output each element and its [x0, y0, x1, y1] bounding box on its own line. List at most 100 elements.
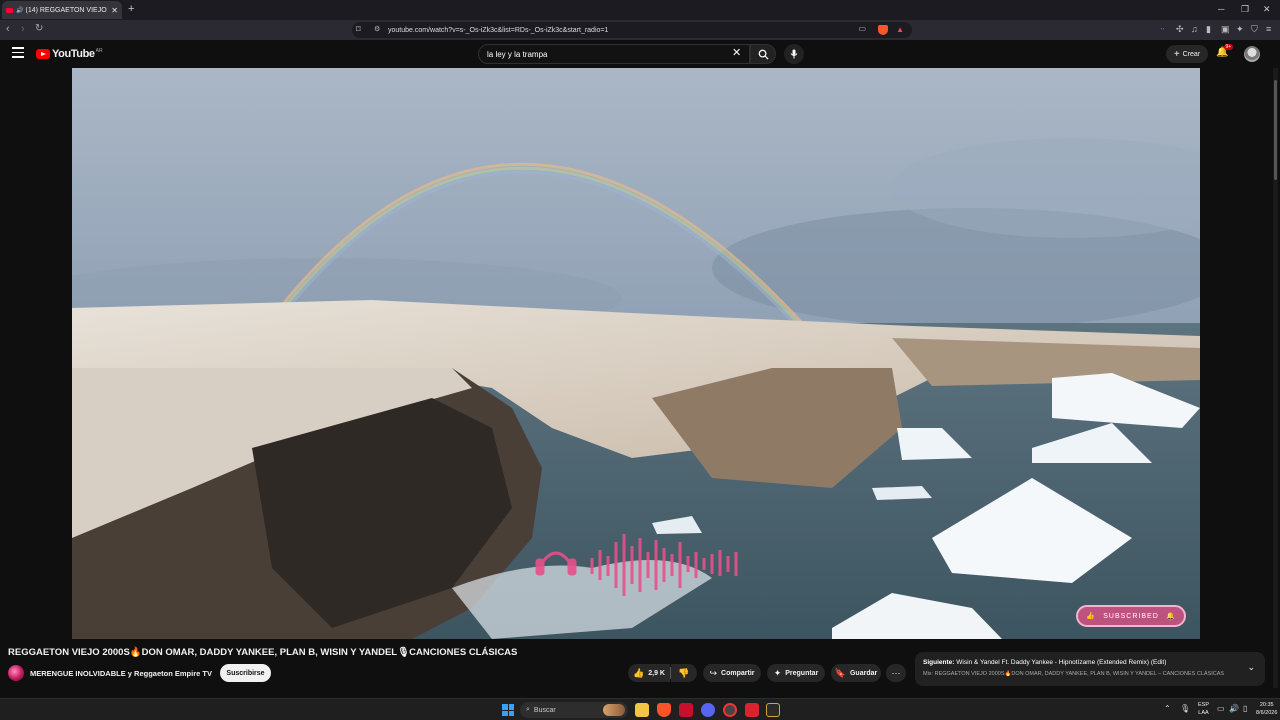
taskbar-search-placeholder: Buscar — [533, 706, 556, 714]
forward-icon[interactable]: › — [21, 23, 25, 35]
search-button[interactable] — [750, 44, 776, 64]
create-button[interactable]: + Crear — [1166, 45, 1208, 63]
menu-icon[interactable]: ≡ — [1266, 24, 1271, 34]
tab-title: (14) REGGAETON VIEJO 2000S — [25, 6, 108, 14]
up-next-label: Siguiente: — [923, 659, 955, 666]
channel-avatar[interactable] — [8, 665, 24, 681]
new-tab-button[interactable]: + — [128, 3, 134, 15]
clock-time: 20:35 — [1259, 702, 1274, 708]
clear-search-icon[interactable]: ✕ — [732, 46, 741, 59]
like-count: 2,9 K — [648, 669, 665, 677]
language-line-1: ESP — [1198, 702, 1210, 708]
youtube-favicon-icon — [6, 7, 13, 13]
reload-icon[interactable]: ↻ — [35, 23, 43, 34]
close-window-icon[interactable]: ✕ — [1263, 4, 1271, 15]
video-title: REGGAETON VIEJO 2000S🔥DON OMAR, DADDY YA… — [8, 647, 518, 658]
ask-label: Preguntar — [785, 669, 819, 677]
hamburger-menu-icon[interactable] — [12, 47, 24, 59]
youtube-header: YouTube AR la ley y la trampa ✕ + Crear … — [0, 40, 1280, 68]
dislike-button[interactable]: 👎 — [671, 664, 697, 682]
battery-icon[interactable]: ▯ — [1243, 704, 1247, 713]
app-icon-red[interactable] — [679, 703, 693, 717]
url-text: youtube.com/watch?v=s-_Os-iZk3c&list=RDs… — [388, 26, 609, 34]
more-actions-button[interactable]: ⋯ — [886, 664, 906, 682]
discord-icon[interactable] — [701, 703, 715, 717]
save-button[interactable]: 🔖 Guardar — [831, 664, 881, 682]
up-next-mix: Mix: REGGAETON VIEJO 2000S🔥DON OMAR, DAD… — [923, 671, 1225, 677]
bell-icon: 🔔 — [1166, 613, 1176, 620]
tray-chevron-up-icon[interactable]: ⌃ — [1164, 704, 1171, 713]
site-info-icon[interactable]: ⚙ — [374, 25, 380, 33]
create-label: Crear — [1182, 50, 1201, 58]
share-label: Compartir — [721, 669, 755, 677]
search-icon: ⌕ — [526, 706, 530, 713]
sparkle-icon: ✦ — [773, 667, 782, 678]
video-frame-image — [72, 68, 1200, 639]
bookmark-icon[interactable]: ⌑ — [356, 24, 361, 35]
share-icon: ↪ — [709, 667, 718, 678]
share-button[interactable]: ↪ Compartir — [703, 664, 761, 682]
chevron-down-icon[interactable]: ⌄ — [1247, 662, 1255, 673]
microphone-icon — [790, 49, 798, 59]
sidebar-icon[interactable]: ▮ — [1206, 24, 1211, 35]
maximize-icon[interactable]: ❐ — [1241, 4, 1249, 15]
language-indicator[interactable]: ESP LAA — [1198, 701, 1209, 717]
music-icon[interactable]: ♫ — [1191, 24, 1198, 34]
subscribe-button[interactable]: Suscribirse — [220, 664, 271, 682]
up-next-song: Wisin & Yandel Ft. Daddy Yankee - Hipnot… — [956, 659, 1167, 666]
youtube-play-icon — [36, 49, 50, 59]
channel-name[interactable]: MERENGUE INOLVIDABLE y Reggaeton Empire … — [30, 669, 212, 678]
subscribed-label: SUBSCRIBED — [1103, 612, 1159, 620]
puzzle-icon[interactable]: ✣ — [1176, 24, 1184, 35]
thumbs-down-icon: 👎 — [678, 667, 690, 678]
speaker-icon[interactable]: 🔊 — [16, 7, 23, 14]
browser-tab-strip: 🔊 (14) REGGAETON VIEJO 2000S ✕ + ─ ❐ ✕ — [0, 0, 1280, 20]
browser-tab[interactable]: 🔊 (14) REGGAETON VIEJO 2000S ✕ — [2, 1, 122, 19]
browser-toolbar: ‹ › ↻ ⌑ ⚙ youtube.com/watch?v=s-_Os-iZk3… — [0, 20, 1280, 40]
search-highlight-image — [603, 704, 625, 716]
search-icon — [758, 49, 769, 60]
up-next-line: Siguiente: Wisin & Yandel Ft. Daddy Yank… — [923, 659, 1166, 666]
cast-icon[interactable]: ▭ — [858, 24, 866, 33]
taskbar-search[interactable]: ⌕ Buscar — [520, 702, 628, 718]
close-tab-icon[interactable]: ✕ — [111, 6, 118, 15]
plus-icon: + — [1173, 48, 1180, 60]
windows-start-icon[interactable] — [502, 704, 514, 716]
subscribed-overlay-badge: 👍 SUBSCRIBED 🔔 — [1076, 605, 1186, 627]
logo-region: AR — [95, 48, 103, 54]
address-bar[interactable]: ⌑ ⚙ youtube.com/watch?v=s-_Os-iZk3c&list… — [352, 22, 912, 38]
tray-mic-icon[interactable]: 🎙 — [1180, 704, 1190, 713]
notification-badge: 9+ — [1224, 44, 1233, 50]
file-explorer-icon[interactable] — [635, 703, 649, 717]
scrollbar-thumb[interactable] — [1274, 80, 1277, 180]
notifications-button[interactable]: 🔔 9+ — [1216, 44, 1233, 58]
leo-icon[interactable]: ✦ — [1236, 24, 1244, 35]
taskbar-clock[interactable]: 20:35 8/6/2026 — [1256, 701, 1277, 717]
search-value: la ley y la trampa — [487, 49, 548, 59]
up-next-panel[interactable]: Siguiente: Wisin & Yandel Ft. Daddy Yank… — [915, 652, 1265, 686]
logo-text: YouTube — [52, 48, 95, 60]
app-icon-circle[interactable] — [723, 703, 737, 717]
voice-search-button[interactable] — [784, 44, 804, 64]
wallet-icon[interactable]: ▣ — [1221, 24, 1230, 35]
search-input[interactable]: la ley y la trampa — [478, 44, 750, 64]
ask-button[interactable]: ✦ Preguntar — [767, 664, 825, 682]
network-icon[interactable]: ▭ — [1217, 704, 1225, 713]
back-icon[interactable]: ‹ — [6, 23, 10, 35]
like-button[interactable]: 👍 2,9 K — [628, 664, 670, 682]
more-horizontal-icon: ⋯ — [891, 667, 901, 678]
minimize-icon[interactable]: ─ — [1218, 4, 1224, 14]
windows-taskbar: ⌕ Buscar ⌃ 🎙 ESP LAA ▭ 🔊 ▯ 20:35 8/6/202… — [0, 698, 1280, 720]
youtube-logo[interactable]: YouTube AR — [36, 48, 103, 60]
brave-browser-icon[interactable] — [657, 703, 671, 717]
app-icon-red-2[interactable] — [745, 703, 759, 717]
brave-shield-icon[interactable] — [878, 25, 888, 35]
vpn-icon[interactable]: ⛉ — [1251, 24, 1258, 35]
extension-icon[interactable]: ᐧᐧ — [1160, 24, 1165, 35]
account-avatar[interactable] — [1244, 46, 1260, 62]
video-player[interactable]: 👍 SUBSCRIBED 🔔 — [72, 68, 1200, 639]
volume-icon[interactable]: 🔊 — [1229, 704, 1239, 713]
thumbs-up-icon: 👍 — [633, 667, 645, 678]
active-app-icon[interactable] — [766, 703, 780, 717]
brave-rewards-icon[interactable]: ▲ — [896, 25, 904, 34]
